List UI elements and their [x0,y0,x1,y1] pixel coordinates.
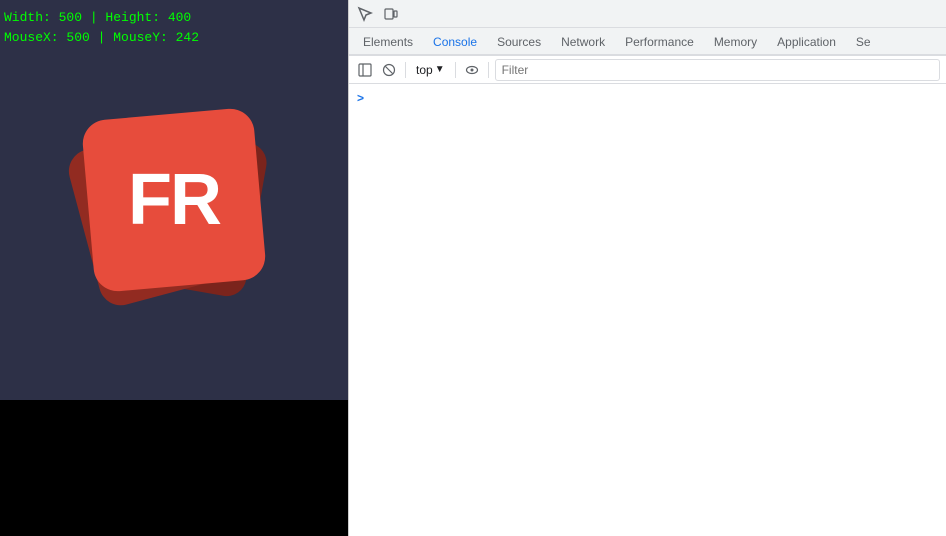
logo-container: FR [64,90,284,310]
filter-input[interactable] [495,59,940,81]
tab-security[interactable]: Se [846,30,881,56]
toolbar-divider-2 [455,62,456,78]
tab-application[interactable]: Application [767,30,846,56]
tab-sources[interactable]: Sources [487,30,551,56]
inspect-element-button[interactable] [353,2,377,26]
devtools-topbar [349,0,946,28]
devtools-tabs: Elements Console Sources Network Perform… [349,28,946,56]
devtools-panel: Elements Console Sources Network Perform… [348,0,946,536]
tab-elements[interactable]: Elements [353,30,423,56]
toolbar-divider-3 [488,62,489,78]
tab-performance[interactable]: Performance [615,30,704,56]
logo-card-main: FR [81,107,267,293]
context-dropdown[interactable]: top ▼ [412,59,449,81]
console-prompt-line: > [349,88,946,108]
logo-fr-text: FR [128,159,220,241]
left-panel: Width: 500 | Height: 400 MouseX: 500 | M… [0,0,348,536]
canvas-area: Width: 500 | Height: 400 MouseX: 500 | M… [0,0,348,400]
tab-network[interactable]: Network [551,30,615,56]
console-toolbar: top ▼ [349,56,946,84]
toolbar-divider-1 [405,62,406,78]
chevron-down-icon: ▼ [435,64,445,75]
console-content[interactable]: > [349,84,946,536]
console-chevron-icon: > [357,91,364,105]
device-toggle-button[interactable] [379,2,403,26]
eye-icon-button[interactable] [462,60,482,80]
black-bottom-area [0,400,348,536]
sidebar-toggle-button[interactable] [355,60,375,80]
tab-memory[interactable]: Memory [704,30,767,56]
tab-console[interactable]: Console [423,30,487,56]
canvas-info-text: Width: 500 | Height: 400 MouseX: 500 | M… [4,8,199,47]
clear-console-button[interactable] [379,60,399,80]
context-label: top [416,63,433,77]
